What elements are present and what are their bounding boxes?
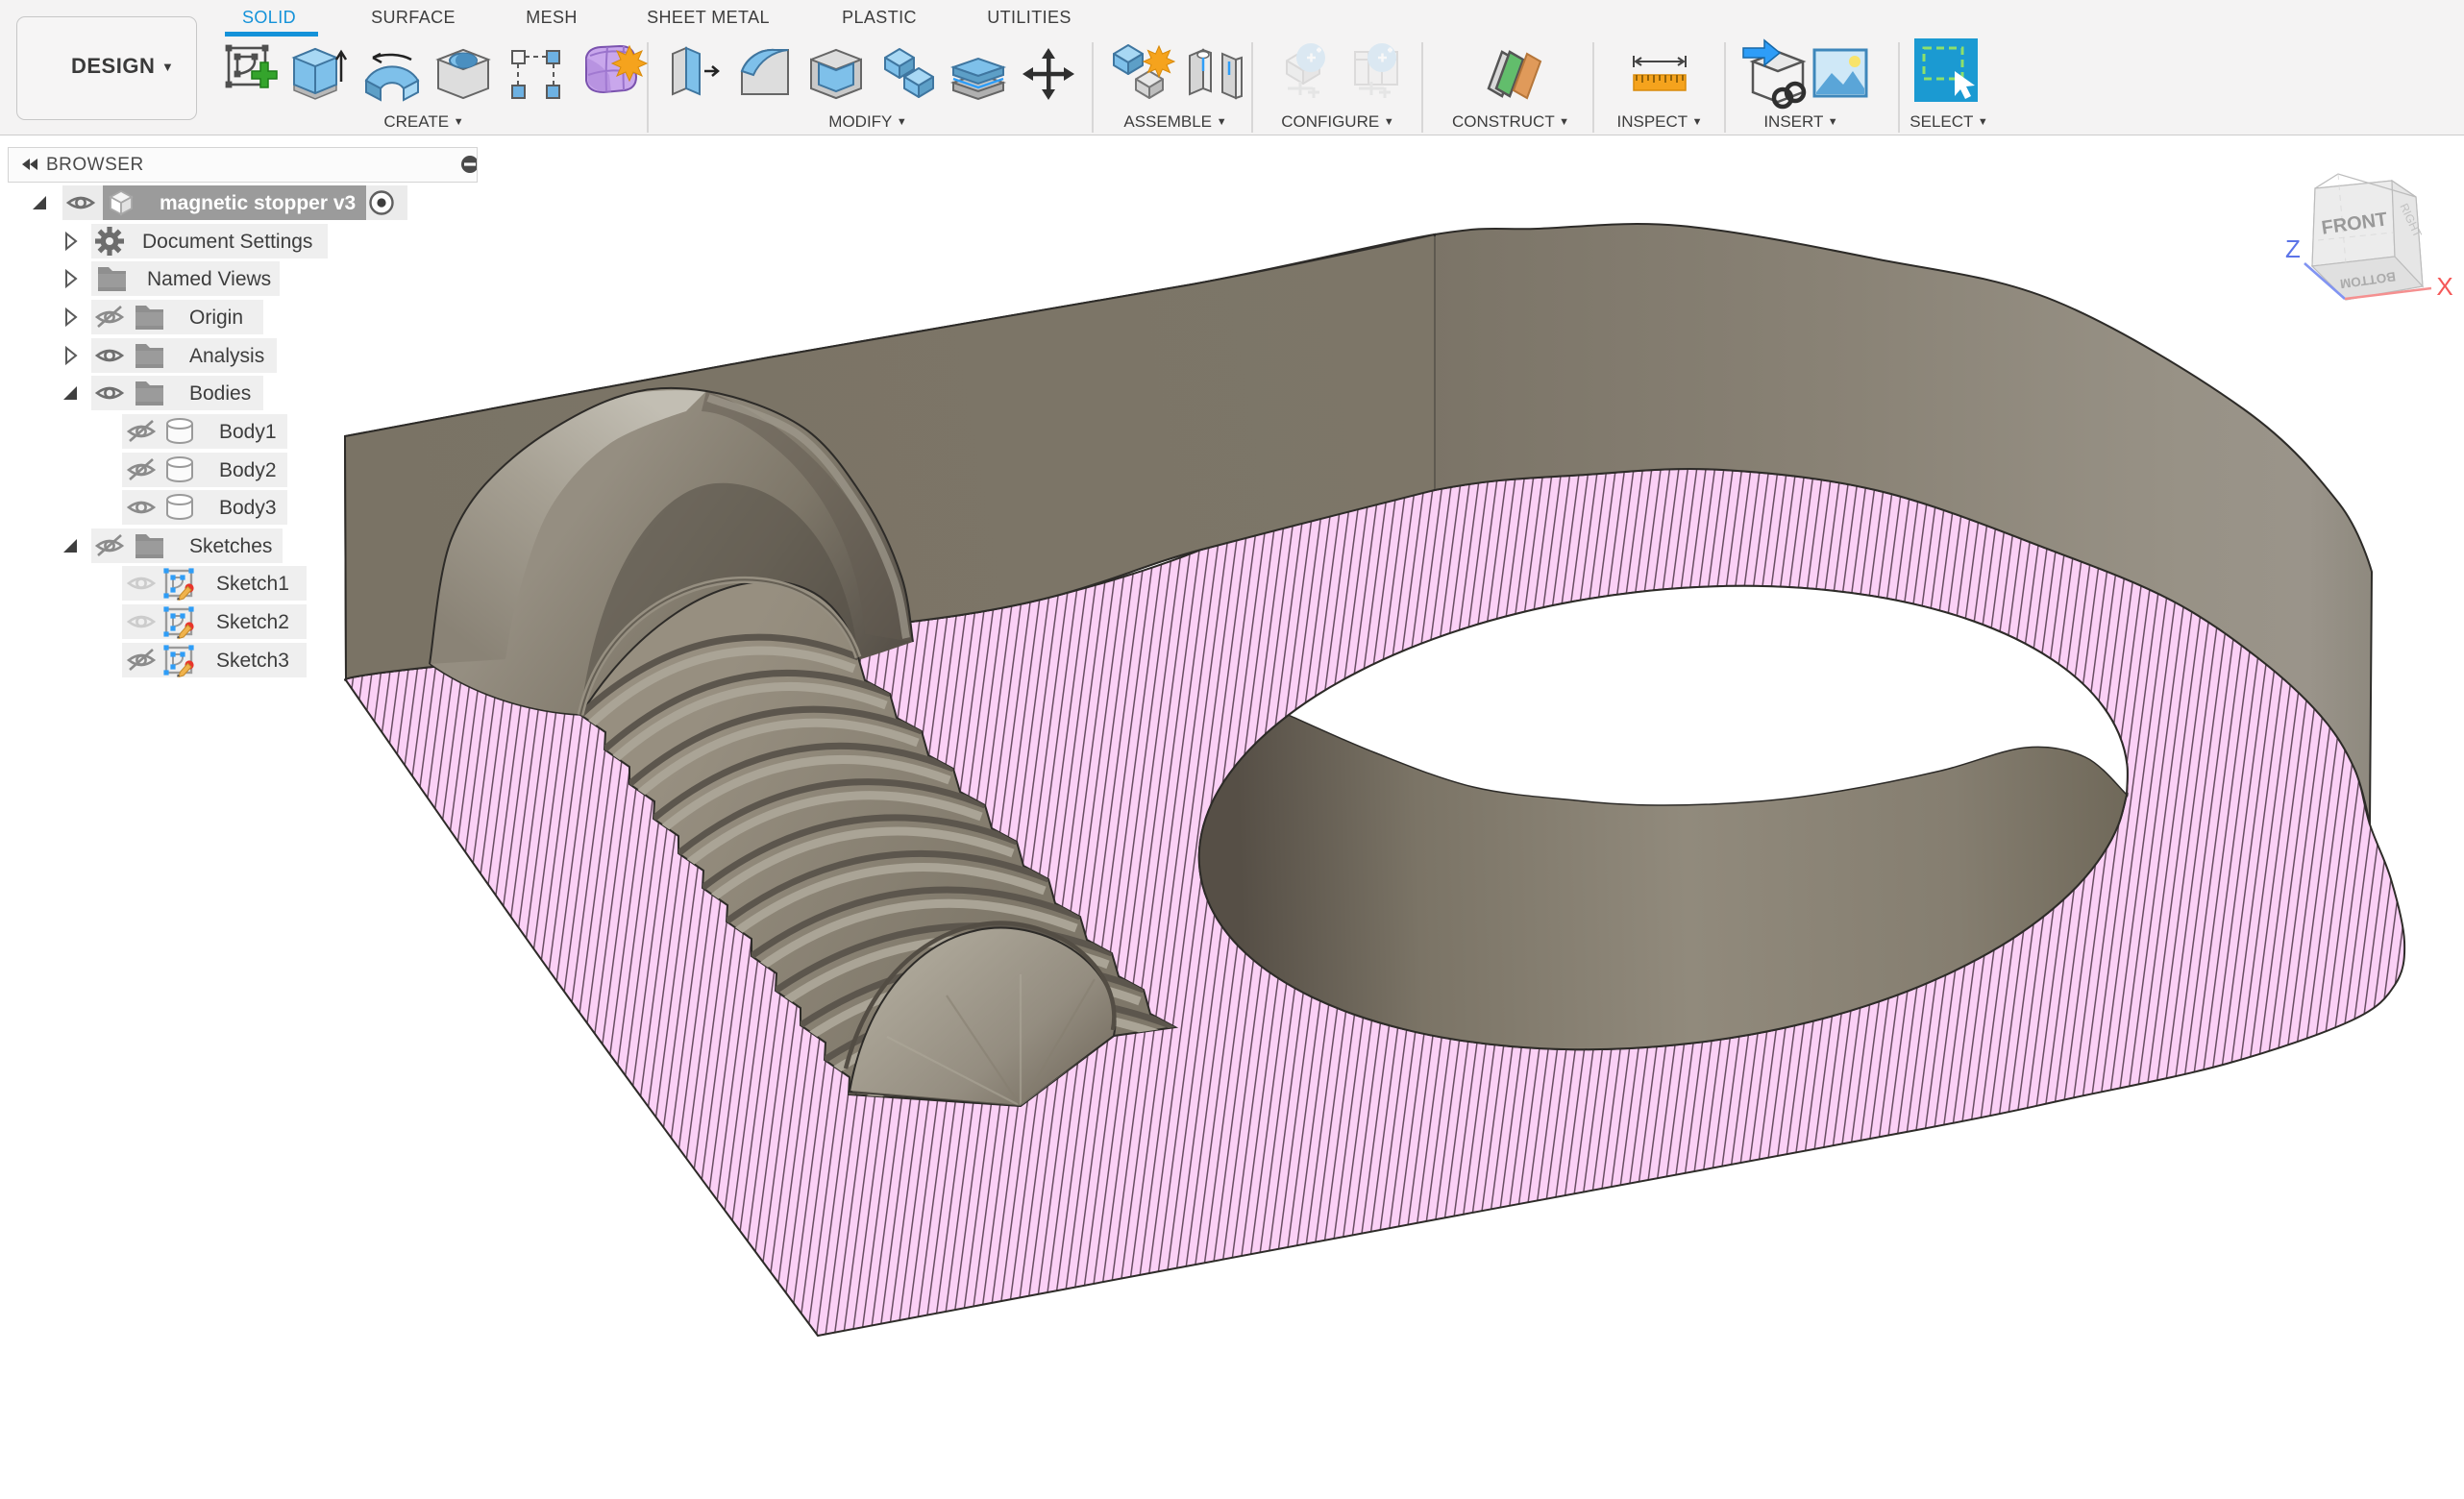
svg-text:Z: Z [2285, 234, 2301, 263]
svg-text:X: X [2436, 272, 2452, 301]
